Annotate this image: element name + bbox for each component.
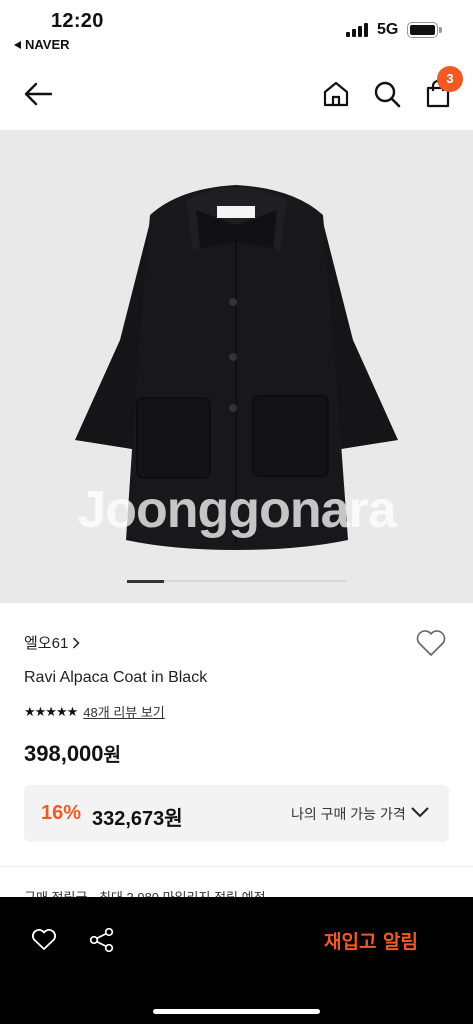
cellular-signal-icon [346, 23, 368, 37]
bottom-action-bar: 재입고 알림 [0, 897, 473, 1024]
product-price: 398,000원 [24, 740, 121, 767]
search-icon[interactable] [373, 80, 401, 108]
network-label: 5G [377, 21, 399, 38]
home-icon[interactable] [322, 80, 350, 108]
top-nav [0, 62, 473, 130]
discount-price-box[interactable]: 16% 332,673원 나의 구매 가능 가격 [24, 785, 449, 842]
chevron-down-icon [411, 807, 429, 818]
wishlist-heart-icon[interactable] [415, 628, 447, 658]
home-indicator [153, 1009, 320, 1014]
back-app-label: NAVER [25, 37, 70, 52]
review-link[interactable]: 48개 리뷰 보기 [83, 702, 164, 721]
back-arrow-icon[interactable] [23, 81, 53, 107]
back-to-app-link[interactable]: NAVER [14, 37, 70, 52]
back-triangle-icon [14, 40, 21, 49]
product-name: Ravi Alpaca Coat in Black [24, 669, 208, 686]
carousel-pager [127, 579, 346, 583]
product-image-carousel[interactable]: Joonggonara [0, 130, 473, 603]
discount-price: 332,673원 [92, 808, 183, 830]
cart-count-badge: 3 [437, 66, 463, 92]
carousel-pager-active [127, 579, 164, 583]
watermark-text: Joonggonara [77, 481, 396, 539]
star-rating-icon: ★★★★★ [24, 703, 78, 719]
price-unit: 원 [103, 745, 122, 766]
rating-row: ★★★★★ 48개 리뷰 보기 [24, 702, 165, 721]
wishlist-heart-icon[interactable] [31, 928, 57, 952]
section-divider [0, 866, 473, 867]
status-time: 12:20 [51, 10, 104, 32]
chevron-right-icon [73, 636, 80, 649]
status-bar: 12:20 NAVER 5G [0, 0, 473, 62]
brand-name: 엘오61 [24, 635, 69, 652]
battery-icon [407, 22, 442, 38]
discount-rate: 16% [41, 802, 82, 824]
restock-alert-button[interactable]: 재입고 알림 [324, 927, 418, 954]
share-icon[interactable] [89, 927, 115, 953]
price-value: 398,000 [24, 741, 104, 766]
discount-label: 나의 구매 가능 가격 [291, 806, 406, 822]
brand-link[interactable]: 엘오61 [24, 632, 80, 653]
